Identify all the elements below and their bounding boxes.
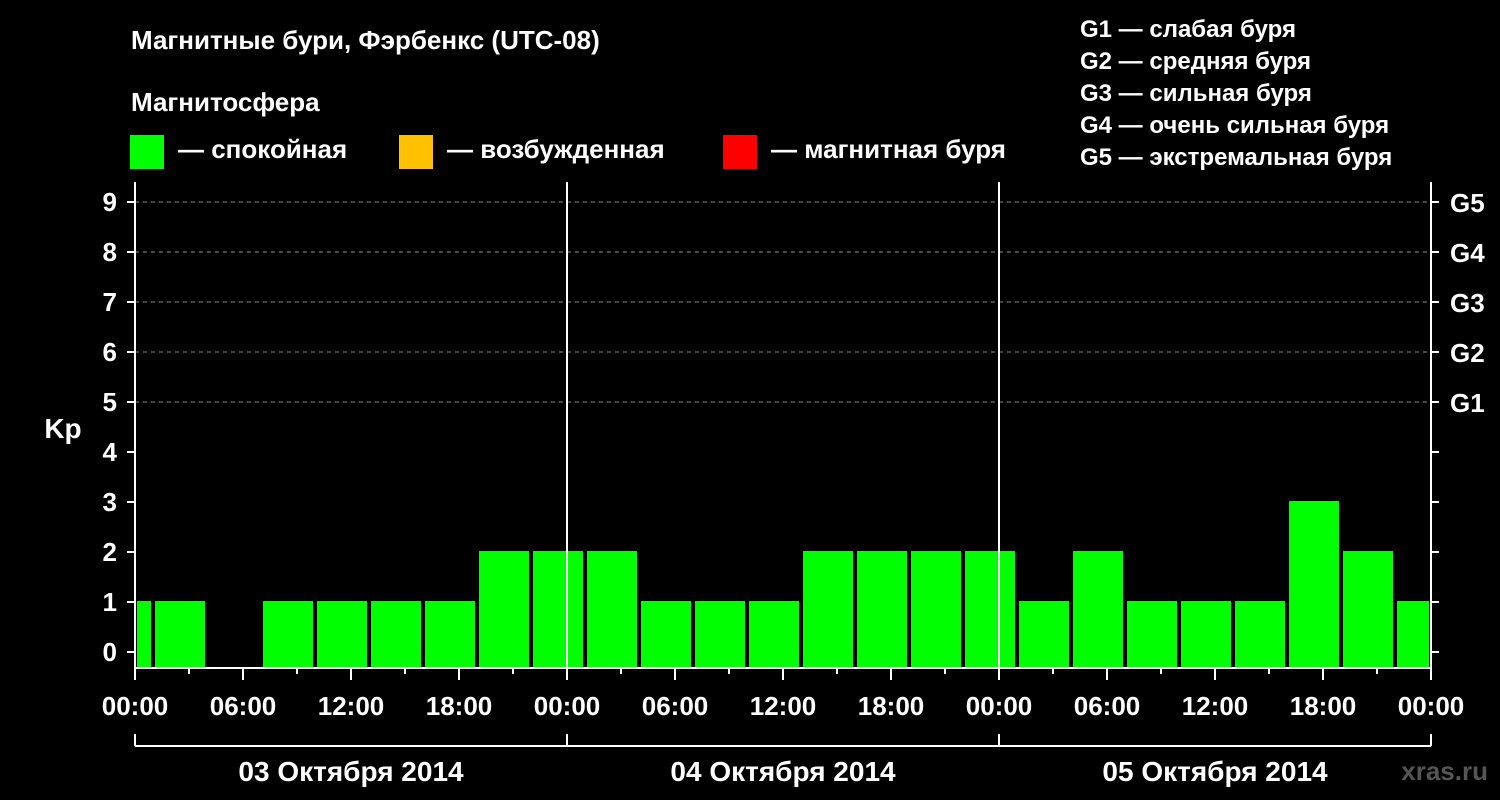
- kp-bar: [1289, 501, 1339, 668]
- y-tick-label: 2: [103, 537, 117, 567]
- x-tick-label: 00:00: [966, 691, 1033, 721]
- x-tick-label: 12:00: [750, 691, 817, 721]
- x-tick-label: 00:00: [102, 691, 169, 721]
- kp-bar: [1397, 601, 1429, 668]
- x-tick-label: 18:00: [1290, 691, 1357, 721]
- kp-bar: [1019, 601, 1069, 668]
- kp-bar: [1343, 551, 1393, 668]
- kp-bar: [137, 601, 151, 668]
- x-tick-label: 06:00: [210, 691, 277, 721]
- y-axis-label: Kp: [44, 413, 81, 444]
- y-tick-label: 3: [103, 487, 117, 517]
- kp-bar: [911, 551, 961, 668]
- kp-bar: [263, 601, 313, 668]
- y-tick-label: 7: [103, 287, 117, 317]
- kp-bar: [1073, 551, 1123, 668]
- kp-bar: [371, 601, 421, 668]
- y-tick-label: 1: [103, 587, 117, 617]
- watermark: xras.ru: [1401, 756, 1488, 786]
- day-label: 03 Октября 2014: [238, 756, 464, 787]
- kp-bar: [1127, 601, 1177, 668]
- y-tick-label: 5: [103, 387, 117, 417]
- y-tick-label: 8: [103, 237, 117, 267]
- y-tick-label: 9: [103, 187, 117, 217]
- x-tick-label: 18:00: [426, 691, 493, 721]
- y-tick-label: 6: [103, 337, 117, 367]
- kp-bar: [1181, 601, 1231, 668]
- g-level-label: G4: [1450, 238, 1485, 268]
- kp-bar: [1235, 601, 1285, 668]
- kp-bar: [533, 551, 583, 668]
- y-tick-label: 4: [103, 437, 118, 467]
- kp-bar: [803, 551, 853, 668]
- kp-bar: [155, 601, 205, 668]
- kp-bar: [425, 601, 475, 668]
- kp-bar: [695, 601, 745, 668]
- x-tick-label: 00:00: [1398, 691, 1465, 721]
- day-label: 05 Октября 2014: [1102, 756, 1328, 787]
- kp-bar: [317, 601, 367, 668]
- x-tick-label: 00:00: [534, 691, 601, 721]
- kp-bar: [479, 551, 529, 668]
- x-tick-label: 12:00: [1182, 691, 1249, 721]
- kp-bar: [857, 551, 907, 668]
- x-tick-label: 06:00: [642, 691, 709, 721]
- kp-bar-chart: 0 1 2 3 4 5 6 7 8 9 Kp G1 G2 G3 G4 G5 00:00 06:00 12:00 18:…: [44, 182, 1485, 787]
- kp-bar: [965, 551, 1015, 668]
- g-level-label: G5: [1450, 188, 1485, 218]
- x-tick-label: 18:00: [858, 691, 925, 721]
- g-level-label: G1: [1450, 388, 1485, 418]
- kp-bar: [749, 601, 799, 668]
- day-label: 04 Октября 2014: [670, 756, 896, 787]
- y-tick-label: 0: [103, 637, 117, 667]
- g-level-label: G3: [1450, 288, 1485, 318]
- x-tick-label: 06:00: [1074, 691, 1141, 721]
- g-level-label: G2: [1450, 338, 1485, 368]
- kp-bar: [587, 551, 637, 668]
- kp-bar: [641, 601, 691, 668]
- x-tick-label: 12:00: [318, 691, 385, 721]
